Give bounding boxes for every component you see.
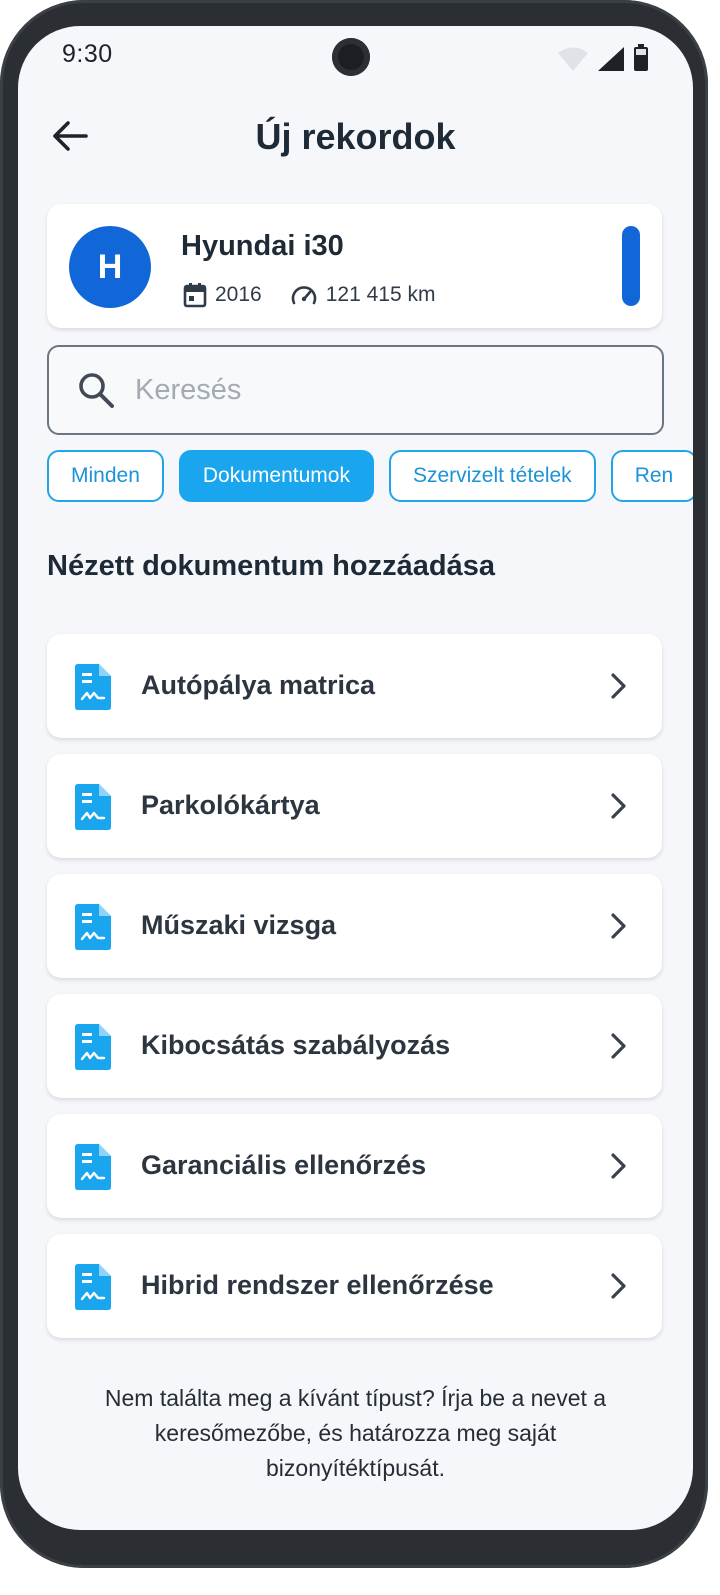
document-label: Parkolókártya: [141, 790, 320, 820]
page-title: Új rekordok: [255, 116, 456, 157]
search-icon: [79, 373, 114, 408]
vehicle-avatar: H: [69, 226, 151, 308]
list-item-document[interactable]: Garanciális ellenőrzés: [47, 1114, 662, 1218]
vehicle-card-accent: [622, 226, 640, 306]
vehicle-year: 2016: [215, 283, 262, 306]
filter-chips: Minden Dokumentumok Szervizelt tételek R…: [47, 450, 693, 502]
battery-icon: [634, 44, 648, 71]
footer-hint: Nem találta meg a kívánt típust? Írja be…: [104, 1385, 607, 1481]
document-icon: [75, 1144, 111, 1190]
list-item-document[interactable]: Hibrid rendszer ellenőrzése: [47, 1234, 662, 1338]
document-label: Hibrid rendszer ellenőrzése: [141, 1270, 494, 1300]
document-label: Autópálya matrica: [141, 670, 376, 700]
vehicle-mileage: 121 415 km: [325, 283, 436, 306]
search-box[interactable]: [47, 345, 664, 435]
cellular-signal-icon: [598, 47, 624, 71]
document-icon: [75, 1024, 111, 1070]
vehicle-card[interactable]: H Hyundai i30 2016 121 415 km: [47, 204, 662, 328]
document-type-list: Autópálya matrica Parkolókártya Műszaki …: [47, 634, 662, 1354]
vehicle-meta: 2016 121 415 km: [183, 280, 435, 310]
status-bar: 9:30: [18, 26, 693, 88]
list-item-document[interactable]: Kibocsátás szabályozás: [47, 994, 662, 1098]
document-label: Garanciális ellenőrzés: [141, 1150, 427, 1180]
chevron-right-icon: [611, 793, 626, 819]
document-icon: [75, 664, 111, 710]
document-icon: [75, 784, 111, 830]
speedometer-icon: [291, 286, 316, 305]
wifi-icon: [558, 47, 588, 71]
calendar-icon: [183, 283, 207, 308]
phone-frame: 9:30 Új rekordok H Hyundai i30 2016 121 …: [0, 0, 708, 1568]
document-label: Kibocsátás szabályozás: [141, 1030, 451, 1060]
document-label: Műszaki vizsga: [141, 910, 337, 940]
document-icon: [75, 1264, 111, 1310]
filter-chip-truncated[interactable]: Ren: [610, 450, 693, 502]
filter-chip-serviced-items[interactable]: Szervizelt tételek: [388, 450, 596, 502]
chevron-right-icon: [611, 1273, 626, 1299]
document-icon: [75, 904, 111, 950]
status-icons: [557, 44, 649, 72]
section-title: Nézett dokumentum hozzáadása: [47, 550, 495, 582]
app-screen: 9:30 Új rekordok H Hyundai i30 2016 121 …: [18, 26, 693, 1530]
list-item-document[interactable]: Műszaki vizsga: [47, 874, 662, 978]
chevron-right-icon: [611, 1033, 626, 1059]
front-camera: [332, 38, 370, 76]
list-item-document[interactable]: Autópálya matrica: [47, 634, 662, 738]
search-input[interactable]: [133, 365, 637, 415]
chevron-right-icon: [611, 913, 626, 939]
vehicle-name: Hyundai i30: [181, 230, 344, 262]
chevron-right-icon: [611, 1153, 626, 1179]
filter-chip-all[interactable]: Minden: [47, 450, 164, 502]
app-bar: Új rekordok: [18, 96, 693, 176]
status-time: 9:30: [62, 40, 113, 68]
filter-chip-documents[interactable]: Dokumentumok: [178, 450, 374, 502]
chevron-right-icon: [611, 673, 626, 699]
list-item-document[interactable]: Parkolókártya: [47, 754, 662, 858]
